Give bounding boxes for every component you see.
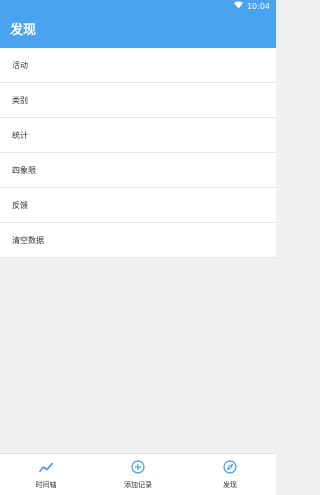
- menu-item-feedback[interactable]: 反馈: [0, 188, 276, 223]
- tab-label: 发现: [223, 481, 237, 489]
- compass-icon: [223, 459, 237, 478]
- menu-item-activity[interactable]: 活动: [0, 48, 276, 83]
- tab-timeline[interactable]: 时间轴: [0, 454, 92, 495]
- tab-label: 添加记录: [124, 481, 152, 489]
- status-time: 10:04: [246, 2, 270, 11]
- menu-item-statistics[interactable]: 统计: [0, 118, 276, 153]
- status-right: 10:04: [233, 1, 270, 13]
- menu-list: 活动 类别 统计 四象限 反馈 清空数据: [0, 48, 276, 258]
- menu-item-label: 清空数据: [12, 235, 44, 245]
- timeline-icon: [39, 459, 53, 478]
- menu-item-quadrant[interactable]: 四象限: [0, 153, 276, 188]
- menu-item-category[interactable]: 类别: [0, 83, 276, 118]
- menu-item-label: 统计: [12, 130, 28, 140]
- page-title: 发现: [10, 23, 37, 38]
- menu-item-clear-data[interactable]: 清空数据: [0, 223, 276, 258]
- wifi-icon: [233, 1, 243, 13]
- bottom-tab-bar: 时间轴 添加记录 发现: [0, 453, 276, 495]
- menu-item-label: 反馈: [12, 200, 28, 210]
- add-circle-icon: [131, 459, 145, 478]
- app-bar: 发现: [0, 14, 276, 48]
- menu-item-label: 活动: [12, 60, 28, 70]
- tab-label: 时间轴: [35, 481, 57, 489]
- menu-item-label: 类别: [12, 95, 28, 105]
- status-bar: 10:04: [0, 0, 276, 14]
- menu-item-label: 四象限: [12, 165, 36, 175]
- tab-add-record[interactable]: 添加记录: [92, 454, 184, 495]
- tab-discover[interactable]: 发现: [184, 454, 276, 495]
